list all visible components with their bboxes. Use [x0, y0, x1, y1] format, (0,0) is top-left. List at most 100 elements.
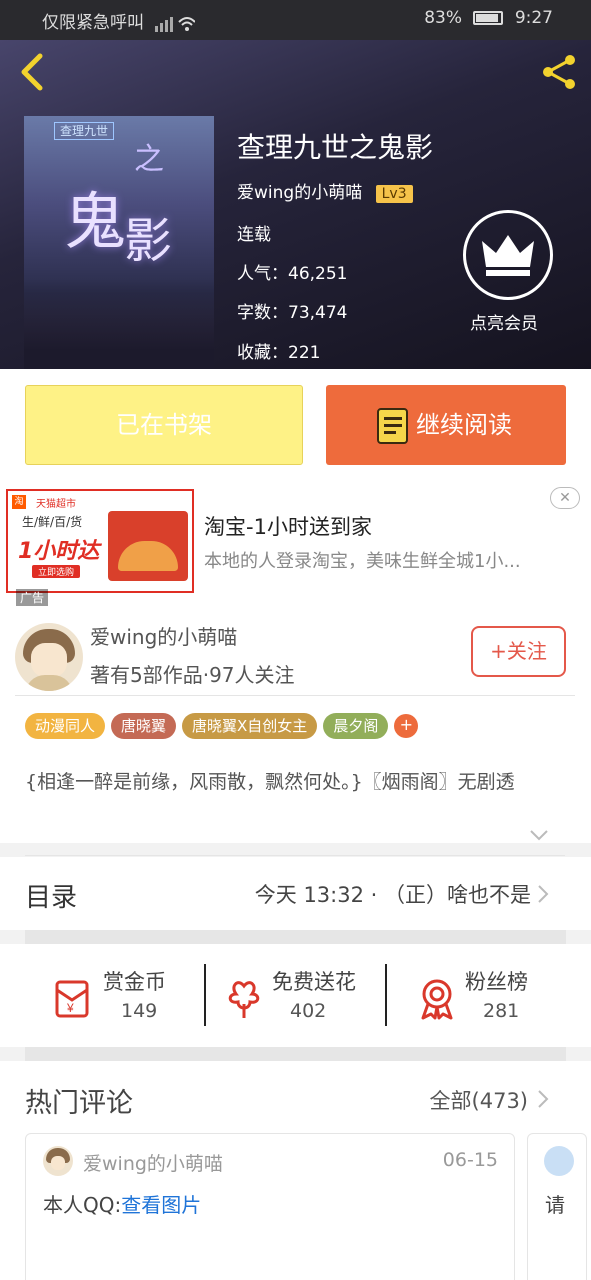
ad-image-headline: 1小时达 [18, 539, 100, 564]
popularity-label: 人气： [237, 264, 288, 284]
ad-image-store: 天猫超市 [36, 499, 76, 510]
vip-label[interactable]: 点亮会员 [470, 309, 538, 334]
book-icon [377, 408, 408, 444]
chevron-right-icon[interactable] [537, 1089, 549, 1109]
section-gap [25, 930, 566, 944]
author-name[interactable]: 爱wing的小萌喵 [90, 621, 237, 650]
book-detail-page: 仅限紧急呼叫 83% 9:27 查理九世 之 鬼 影 查理九世之鬼影 爱wing… [0, 0, 591, 1280]
comment-card[interactable]: 请 [527, 1133, 587, 1280]
comment-date: 06-15 [442, 1149, 498, 1171]
catalog-title: 目录 [25, 883, 78, 913]
book-status: 连载 [237, 225, 271, 245]
carrier-text: 仅限紧急呼叫 [42, 13, 144, 33]
svg-text:¥: ¥ [66, 1001, 74, 1015]
stat-value: 149 [121, 1000, 158, 1022]
divider [15, 695, 575, 696]
divider [385, 964, 387, 1026]
author-level-badge: Lv3 [375, 185, 413, 203]
fan-rank-button[interactable]: 粉丝榜 281 [415, 964, 555, 1028]
chevron-right-icon [538, 885, 549, 903]
book-header: 仅限紧急呼叫 83% 9:27 查理九世 之 鬼 影 查理九世之鬼影 爱wing… [0, 0, 591, 369]
battery-percent: 83% [424, 8, 462, 28]
book-author[interactable]: 爱wing的小萌喵 Lv3 [237, 178, 413, 203]
ad-description: 本地的人登录淘宝，美味生鲜全城1小... [204, 551, 521, 572]
tag-list: 动漫同人 唐晓翼 唐晓翼X自创女主 晨夕阁 + [25, 713, 419, 739]
stat-value: 281 [483, 1000, 520, 1022]
comment-card[interactable]: 爱wing的小萌喵 06-15 本人QQ:查看图片 [25, 1133, 515, 1280]
chevron-down-icon[interactable] [529, 829, 549, 841]
words-value: 73,474 [288, 303, 348, 323]
section-gap [25, 1047, 566, 1061]
comment-text-prefix: 本人QQ: [43, 1193, 122, 1217]
divider [25, 855, 565, 856]
ad-close-button[interactable]: ✕ [550, 487, 580, 509]
medal-icon [421, 979, 453, 1020]
cover-char-ying: 影 [124, 213, 173, 269]
action-bar: 已在书架 继续阅读 [0, 369, 591, 481]
more-tags-button[interactable]: + [394, 714, 419, 738]
favorites-label: 收藏： [237, 343, 288, 363]
ad-title[interactable]: 淘宝-1小时送到家 [204, 511, 372, 541]
crown-icon [482, 235, 534, 276]
all-comments-link[interactable]: 全部(473) [430, 1085, 528, 1115]
signal-icon [155, 17, 196, 32]
book-author-name[interactable]: 爱wing的小萌喵 [237, 183, 362, 203]
battery-status: 83% 9:27 [424, 8, 553, 28]
battery-icon [473, 11, 504, 25]
avatar[interactable] [43, 1146, 73, 1176]
free-flower-button[interactable]: 免费送花 402 [222, 964, 382, 1028]
author-meta: 著有5部作品·97人关注 [90, 663, 295, 687]
book-popularity: 人气：46,251 [237, 259, 347, 284]
vip-button[interactable] [463, 210, 553, 300]
red-envelope-icon: ¥ [55, 980, 89, 1018]
reward-coins-button[interactable]: ¥ 赏金币 149 [53, 964, 193, 1028]
book-description: {相逢一醉是前缘，风雨散，飘然何处。}〖烟雨阁〗无剧透 [25, 771, 515, 793]
status-bar: 仅限紧急呼叫 83% 9:27 [0, 0, 591, 40]
tag-item[interactable]: 晨夕阁 [323, 713, 389, 739]
continue-reading-button[interactable]: 继续阅读 [326, 385, 566, 465]
back-arrow-icon[interactable] [16, 52, 52, 92]
flower-icon [228, 981, 260, 1018]
avatar[interactable] [15, 623, 83, 691]
continue-reading-label: 继续阅读 [416, 411, 512, 439]
share-icon[interactable] [539, 52, 579, 92]
view-image-link[interactable]: 查看图片 [121, 1193, 201, 1217]
book-favorites: 收藏：221 [237, 338, 320, 363]
cover-char-gui: 鬼 [64, 185, 127, 258]
book-word-count: 字数：73,474 [237, 298, 347, 323]
popularity-value: 46,251 [288, 264, 348, 284]
ad-badge: 广告 [16, 589, 49, 606]
author-card: 爱wing的小萌喵 著有5部作品·97人关注 +关注 动漫同人 唐晓翼 唐晓翼X自创… [0, 607, 591, 856]
favorites-value: 221 [288, 343, 321, 363]
comment-user[interactable]: 爱wing的小萌喵 [83, 1149, 223, 1176]
comment-text: 本人QQ:查看图片 [43, 1189, 201, 1218]
hot-comments: 热门评论 全部(473) 爱wing的小萌喵 06-15 本人QQ:查看图片 请 [0, 1061, 591, 1280]
comments-title: 热门评论 [25, 1088, 133, 1119]
carrier-status: 仅限紧急呼叫 [42, 8, 196, 33]
tag-item[interactable]: 动漫同人 [25, 713, 106, 739]
ad-image-category: 生/鲜/百/货 [22, 515, 83, 529]
stat-label: 粉丝榜 [465, 970, 528, 994]
stat-label: 赏金币 [103, 970, 166, 994]
book-title: 查理九世之鬼影 [237, 131, 434, 164]
book-cover[interactable]: 查理九世 之 鬼 影 [24, 116, 214, 369]
stats-bar: ¥ 赏金币 149 免费送花 402 粉丝榜 281 [0, 944, 591, 1047]
comment-text: 请 [545, 1193, 565, 1217]
ad-banner[interactable]: 淘 天猫超市 生/鲜/百/货 1小时达 立即选购 广告 淘宝-1小时送到家 本地… [0, 481, 591, 607]
gift-box-image [108, 511, 188, 581]
avatar[interactable] [544, 1146, 574, 1176]
cover-cityscape [24, 279, 214, 369]
stat-label: 免费送花 [272, 970, 356, 994]
divider [204, 964, 206, 1026]
words-label: 字数： [237, 303, 288, 323]
tag-item[interactable]: 唐晓翼 [111, 713, 177, 739]
stat-value: 402 [290, 1000, 327, 1022]
cover-badge: 查理九世 [54, 122, 114, 140]
tag-item[interactable]: 唐晓翼X自创女主 [182, 713, 318, 739]
catalog-row[interactable]: 目录 今天 13:32 · （正）啥也不是 [0, 857, 591, 930]
latest-chapter[interactable]: 今天 13:32 · （正）啥也不是 [255, 879, 531, 909]
ad-image-logo: 淘 [12, 495, 26, 509]
ad-image[interactable]: 淘 天猫超市 生/鲜/百/货 1小时达 立即选购 广告 [6, 489, 194, 606]
follow-button[interactable]: +关注 [471, 626, 566, 677]
in-bookshelf-button[interactable]: 已在书架 [25, 385, 303, 465]
